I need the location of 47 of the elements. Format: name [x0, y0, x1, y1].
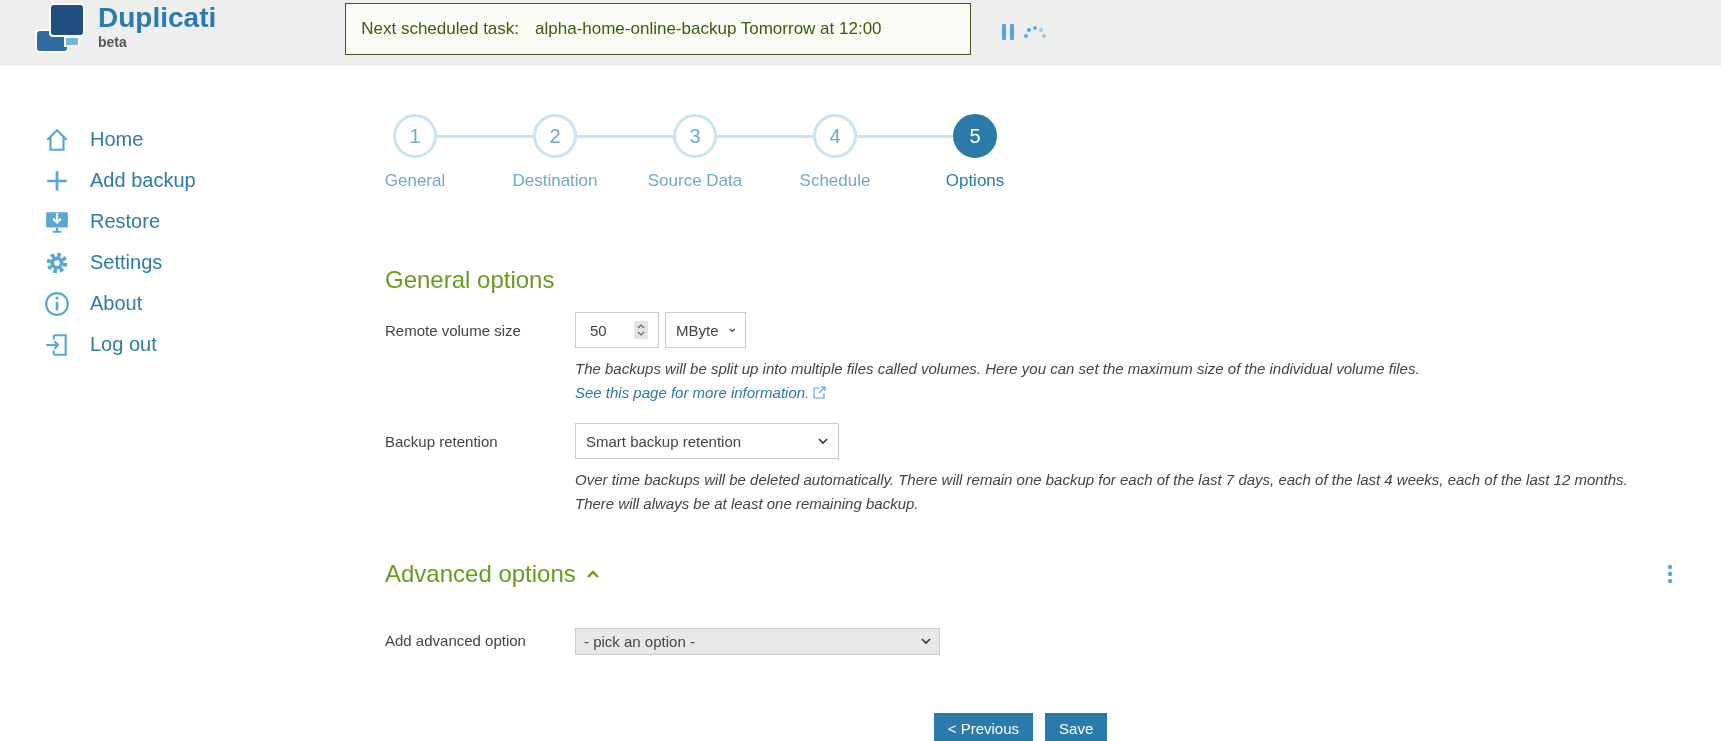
step-circle[interactable]: 5 [953, 114, 997, 158]
wizard-button[interactable]: < Previous [933, 713, 1034, 741]
field-label: Remote volume size [385, 321, 522, 341]
retention-dropdown[interactable]: Smart backup retention [575, 423, 839, 459]
info-icon [44, 290, 70, 317]
external-link-icon [813, 386, 827, 399]
caret-icon [728, 326, 735, 334]
home-icon [44, 126, 70, 153]
step-label: Source Data [647, 171, 743, 191]
speed-gauge-icon[interactable] [1024, 26, 1047, 38]
step-label: Destination [512, 171, 598, 191]
sidebar-item[interactable]: About [44, 283, 143, 324]
step-label: Schedule [799, 171, 871, 191]
scheduled-task-label: Next scheduled task: [361, 19, 520, 39]
step-circle[interactable]: 3 [673, 114, 717, 158]
field-label: Add advanced option [385, 631, 527, 651]
step-label: Options [945, 171, 1005, 191]
step-circle[interactable]: 2 [533, 114, 577, 158]
step-circle[interactable]: 1 [393, 114, 437, 158]
number-input[interactable]: 50 [575, 312, 659, 348]
app-subtitle: beta [98, 34, 128, 50]
field-label: Backup retention [385, 432, 499, 452]
sidebar-item[interactable]: Settings [44, 242, 163, 283]
more-options-icon[interactable] [1667, 564, 1673, 584]
section-heading: General options [385, 266, 556, 294]
caret-icon [818, 437, 828, 445]
section-heading: Advanced options [385, 560, 576, 588]
pause-icon[interactable] [1002, 24, 1015, 40]
advanced-option-dropdown[interactable]: - pick an option - [575, 628, 940, 655]
help-text: Over time backups will be deleted automatically. There will remain one backup for each of the last 7 days, each of the last 4 weeks, each of the last 12 months. There will always be at least one remaining backup. [575, 470, 1629, 514]
sidebar-item[interactable]: Restore [44, 201, 161, 242]
step-circle[interactable]: 4 [813, 114, 857, 158]
app-title: Duplicati [98, 2, 217, 34]
help-text: The backups will be split up into multiple files called volumes. Here you can set the maximum size of the individual volume files. See this page for more information. [575, 359, 1421, 403]
logo-icon [34, 2, 86, 54]
chevron-up-icon[interactable] [585, 569, 600, 579]
step-label: General [384, 171, 446, 191]
wizard-button[interactable]: Save [1045, 713, 1108, 741]
scheduled-task-value: alpha-home-online-backup Tomorrow at 12:00 [535, 19, 882, 39]
sidebar-item[interactable]: Home [44, 119, 144, 160]
info-link[interactable]: See this page for more information. [575, 384, 827, 401]
logout-icon [44, 331, 70, 358]
unit-dropdown[interactable]: MByte [665, 312, 746, 348]
spinner-icon[interactable] [634, 321, 648, 339]
sidebar-item[interactable]: Add backup [44, 160, 196, 201]
sidebar-item[interactable]: Log out [44, 324, 157, 365]
caret-icon [921, 638, 931, 645]
